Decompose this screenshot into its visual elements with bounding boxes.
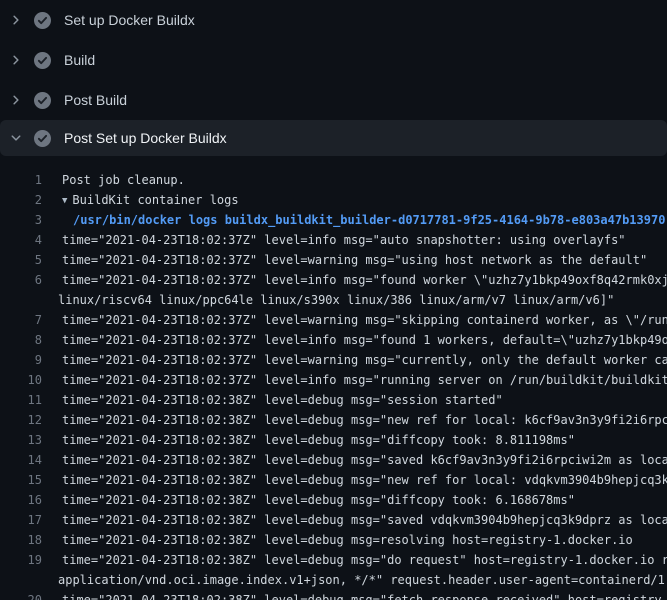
log-line-text: ▼ BuildKit container logs (62, 190, 239, 210)
log-command-text: /usr/bin/docker logs buildx_buildkit_bui… (73, 210, 665, 230)
chevron-right-icon[interactable] (8, 92, 24, 108)
chevron-right-icon[interactable] (8, 52, 24, 68)
log-line-text: time="2021-04-23T18:02:38Z" level=debug … (62, 490, 575, 510)
check-circle-icon (34, 12, 51, 29)
log-line-text: time="2021-04-23T18:02:37Z" level=warnin… (62, 250, 647, 270)
step-label: Post Build (64, 92, 127, 108)
log-line-text: time="2021-04-23T18:02:38Z" level=debug … (62, 410, 667, 430)
log-line-text: time="2021-04-23T18:02:38Z" level=debug … (62, 590, 667, 600)
log-line-text: time="2021-04-23T18:02:37Z" level=warnin… (62, 310, 667, 330)
log-line: application/vnd.oci.image.index.v1+json,… (0, 570, 667, 590)
log-line-number[interactable]: 13 (0, 430, 42, 450)
log-line-text: time="2021-04-23T18:02:38Z" level=debug … (62, 390, 503, 410)
log-line-text: time="2021-04-23T18:02:38Z" level=debug … (62, 510, 667, 530)
log-line: 5 time="2021-04-23T18:02:37Z" level=warni… (0, 250, 667, 270)
log-line-number[interactable]: 5 (0, 250, 42, 270)
log-line-number[interactable]: 7 (0, 310, 42, 330)
log-line-text: time="2021-04-23T18:02:38Z" level=debug … (62, 450, 667, 470)
log-line-text: time="2021-04-23T18:02:37Z" level=info m… (62, 230, 626, 250)
log-line-text: time="2021-04-23T18:02:38Z" level=debug … (62, 530, 633, 550)
check-circle-icon (34, 130, 51, 147)
log-line: 11 time="2021-04-23T18:02:38Z" level=debu… (0, 390, 667, 410)
log-line-number[interactable]: 8 (0, 330, 42, 350)
log-line: 3/usr/bin/docker logs buildx_buildkit_bu… (0, 210, 667, 230)
step-label: Set up Docker Buildx (64, 12, 195, 28)
log-line-number[interactable]: 9 (0, 350, 42, 370)
log-line: 10 time="2021-04-23T18:02:37Z" level=info… (0, 370, 667, 390)
log-line: 8 time="2021-04-23T18:02:37Z" level=info … (0, 330, 667, 350)
log-line-number[interactable]: 11 (0, 390, 42, 410)
log-line-number (0, 570, 42, 590)
log-line: 14 time="2021-04-23T18:02:38Z" level=debu… (0, 450, 667, 470)
log-line-number[interactable]: 14 (0, 450, 42, 470)
log-line-text: linux/riscv64 linux/ppc64le linux/s390x … (58, 290, 614, 310)
log-line: 18 time="2021-04-23T18:02:38Z" level=debu… (0, 530, 667, 550)
log-line: 9 time="2021-04-23T18:02:37Z" level=warni… (0, 350, 667, 370)
log-line-text: application/vnd.oci.image.index.v1+json,… (58, 570, 667, 590)
log-line-number[interactable]: 1 (0, 170, 42, 190)
log-line: 15 time="2021-04-23T18:02:38Z" level=debu… (0, 470, 667, 490)
log-line-text: time="2021-04-23T18:02:38Z" level=debug … (62, 550, 667, 570)
log-line: 20 time="2021-04-23T18:02:38Z" level=debu… (0, 590, 667, 600)
chevron-down-icon[interactable] (8, 130, 24, 146)
log-line: 2 ▼ BuildKit container logs (0, 190, 667, 210)
step-header-build[interactable]: Build (0, 40, 667, 80)
check-circle-icon (34, 92, 51, 109)
log-line: 16 time="2021-04-23T18:02:38Z" level=debu… (0, 490, 667, 510)
log-line-number[interactable]: 6 (0, 270, 42, 290)
log-line-number[interactable]: 15 (0, 470, 42, 490)
log-line-number[interactable]: 4 (0, 230, 42, 250)
log-line-number (0, 290, 42, 310)
log-line-number[interactable]: 19 (0, 550, 42, 570)
log-line-number[interactable]: 2 (0, 190, 42, 210)
log-line-number[interactable]: 20 (0, 590, 42, 600)
log-line-text: time="2021-04-23T18:02:37Z" level=warnin… (62, 350, 667, 370)
log-line-text: time="2021-04-23T18:02:37Z" level=info m… (62, 270, 667, 290)
log-line: 17 time="2021-04-23T18:02:38Z" level=debu… (0, 510, 667, 530)
log-line-number[interactable]: 17 (0, 510, 42, 530)
group-collapse-triangle-icon[interactable]: ▼ (62, 191, 67, 210)
log-line-number[interactable]: 16 (0, 490, 42, 510)
log-line-number[interactable]: 12 (0, 410, 42, 430)
log-line: 13 time="2021-04-23T18:02:38Z" level=debu… (0, 430, 667, 450)
step-header-set-up-docker-buildx[interactable]: Set up Docker Buildx (0, 0, 667, 40)
log-line-number[interactable]: 10 (0, 370, 42, 390)
log-viewer: 1 Post job cleanup. 2 ▼ BuildKit container l… (0, 156, 667, 600)
log-line: linux/riscv64 linux/ppc64le linux/s390x … (0, 290, 667, 310)
log-line-number[interactable]: 18 (0, 530, 42, 550)
step-label: Post Set up Docker Buildx (64, 130, 227, 146)
log-line: 1 Post job cleanup. (0, 170, 667, 190)
log-line: 6 time="2021-04-23T18:02:37Z" level=info … (0, 270, 667, 290)
workflow-job-log-panel: Set up Docker Buildx Build Post Build Post … (0, 0, 667, 600)
log-line-text: time="2021-04-23T18:02:38Z" level=debug … (62, 470, 667, 490)
log-line-text: Post job cleanup. (62, 170, 185, 190)
log-line: 4 time="2021-04-23T18:02:37Z" level=info … (0, 230, 667, 250)
log-line-number[interactable]: 3 (0, 210, 42, 230)
step-label: Build (64, 52, 95, 68)
step-header-post-build[interactable]: Post Build (0, 80, 667, 120)
log-line-text: time="2021-04-23T18:02:38Z" level=debug … (62, 430, 575, 450)
step-header-post-set-up-docker-buildx[interactable]: Post Set up Docker Buildx (0, 120, 667, 156)
chevron-right-icon[interactable] (8, 12, 24, 28)
step-list: Set up Docker Buildx Build Post Build Post … (0, 0, 667, 156)
log-line: 19 time="2021-04-23T18:02:38Z" level=debu… (0, 550, 667, 570)
log-group-title[interactable]: BuildKit container logs (72, 193, 238, 207)
log-line-text: time="2021-04-23T18:02:37Z" level=info m… (62, 330, 667, 350)
log-line: 12 time="2021-04-23T18:02:38Z" level=debu… (0, 410, 667, 430)
log-line-text: time="2021-04-23T18:02:37Z" level=info m… (62, 370, 667, 390)
log-line: 7 time="2021-04-23T18:02:37Z" level=warni… (0, 310, 667, 330)
check-circle-icon (34, 52, 51, 69)
